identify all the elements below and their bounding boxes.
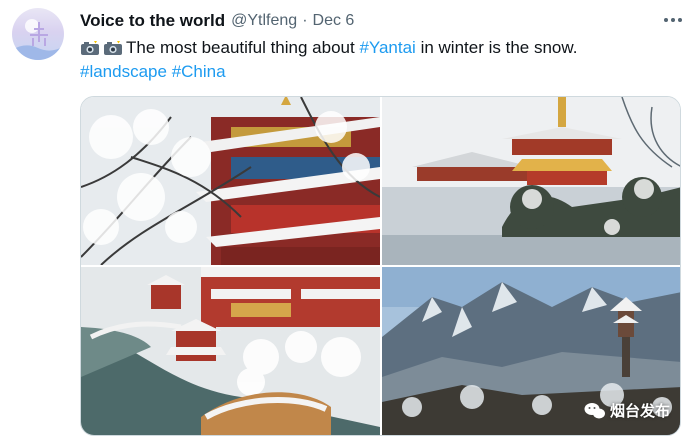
wechat-icon bbox=[584, 402, 605, 418]
tweet-text-tail: in winter is the snow. bbox=[415, 38, 578, 57]
snowy-pagoda-tree-photo[interactable] bbox=[81, 97, 380, 265]
hashtag-landscape[interactable]: #landscape bbox=[80, 60, 167, 84]
more-options-icon[interactable] bbox=[662, 10, 684, 30]
tweet-text: The most beautiful thing about #Yantai i… bbox=[80, 36, 678, 84]
avatar[interactable] bbox=[12, 8, 64, 60]
tweet-header: Voice to the world @Ytlfeng · Dec 6 bbox=[80, 10, 678, 32]
camera-with-flash-icon bbox=[81, 41, 99, 55]
hashtag-china[interactable]: #China bbox=[172, 60, 226, 84]
aerial-garden-photo[interactable] bbox=[81, 267, 380, 435]
separator-dot: · bbox=[302, 12, 308, 29]
hashtag-yantai[interactable]: #Yantai bbox=[359, 36, 415, 60]
camera-with-flash-icon bbox=[104, 41, 122, 55]
author-name[interactable]: Voice to the world bbox=[80, 11, 225, 31]
watermark-text: 烟台发布 bbox=[609, 403, 670, 420]
watermark: 烟台发布 bbox=[584, 400, 670, 421]
tweet-text-main: The most beautiful thing about bbox=[126, 38, 360, 57]
palace-over-lake-photo[interactable] bbox=[382, 97, 680, 265]
media-grid: 烟台发布 bbox=[80, 96, 681, 436]
avatar-image bbox=[12, 19, 64, 60]
author-handle[interactable]: @Ytlfeng bbox=[231, 12, 297, 30]
tweet-date[interactable]: Dec 6 bbox=[313, 12, 355, 30]
